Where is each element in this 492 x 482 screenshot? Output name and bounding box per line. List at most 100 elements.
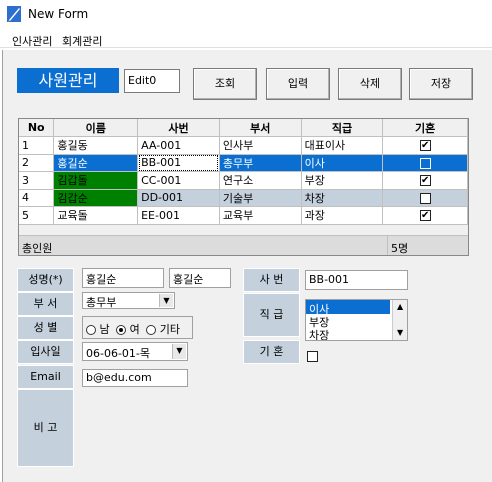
cell-text: 홍길동 bbox=[57, 139, 88, 153]
table-cell[interactable]: 연구소 bbox=[219, 171, 302, 190]
table-cell[interactable]: 이사 bbox=[301, 154, 384, 172]
join-date-value: 06-06-01-목 bbox=[86, 347, 151, 360]
table-row[interactable]: 1 홍길동 AA-001 인사부 대표이사 ✔ bbox=[19, 136, 468, 155]
cell-text: 교육부 bbox=[222, 209, 254, 223]
window-title: New Form bbox=[28, 7, 89, 21]
table-cell[interactable]: 기술부 bbox=[219, 189, 302, 207]
table-cell[interactable]: 김갑순 bbox=[53, 189, 139, 207]
query-button[interactable]: 조회 bbox=[193, 68, 257, 100]
table-cell[interactable]: 2 bbox=[19, 154, 55, 172]
table-cell[interactable]: 차장 bbox=[301, 189, 384, 207]
table-cell[interactable] bbox=[382, 154, 468, 172]
cell-text: 차장 bbox=[304, 191, 325, 205]
table-cell[interactable]: AA-001 bbox=[137, 136, 220, 155]
table-cell[interactable]: CC-001 bbox=[137, 171, 220, 190]
table-cell[interactable]: ✔ bbox=[382, 136, 468, 155]
table-cell[interactable]: 홍길동 bbox=[53, 136, 139, 155]
cell-text: 과장 bbox=[304, 209, 325, 223]
cell-text: 홍길순 bbox=[57, 156, 88, 170]
menu-hr[interactable]: 인사관리 bbox=[12, 33, 52, 49]
table-cell[interactable]: 5 bbox=[19, 206, 55, 225]
edit0-field[interactable]: Edit0 bbox=[124, 69, 180, 93]
table-row[interactable]: 2 홍길순 BB-001 총무부 이사 bbox=[19, 154, 468, 172]
gender-option-label: 남 bbox=[99, 323, 110, 336]
table-cell[interactable]: 교육부 bbox=[219, 206, 302, 225]
married-checkbox[interactable]: ✔ bbox=[419, 175, 431, 187]
gender-option-label: 기타 bbox=[159, 323, 180, 336]
table-row[interactable]: 4 김갑순 DD-001 기술부 차장 bbox=[19, 189, 468, 207]
app-icon bbox=[7, 6, 21, 22]
table-cell[interactable]: DD-001 bbox=[137, 189, 220, 207]
cell-text: 2 bbox=[22, 156, 29, 170]
table-cell[interactable]: 부장 bbox=[301, 171, 384, 190]
married-checkbox[interactable] bbox=[307, 351, 318, 362]
column-header[interactable]: 직급 bbox=[301, 119, 384, 137]
scroll-up-icon[interactable]: ▲ bbox=[397, 302, 403, 311]
chevron-down-icon[interactable]: ▼ bbox=[159, 294, 173, 307]
table-cell[interactable]: 교육돌 bbox=[53, 206, 139, 225]
table-cell[interactable]: 인사부 bbox=[219, 136, 302, 155]
note-label: 비 고 bbox=[17, 389, 74, 467]
rank-scrollbar[interactable]: ▲ ▼ bbox=[392, 300, 407, 340]
scroll-down-icon[interactable]: ▼ bbox=[397, 328, 403, 337]
table-row[interactable]: 5 교육돌 EE-001 교육부 과장 ✔ bbox=[19, 206, 468, 225]
form-client-area bbox=[2, 50, 492, 482]
table-cell[interactable] bbox=[382, 189, 468, 207]
table-cell[interactable]: 홍길순 bbox=[53, 154, 139, 172]
total-count: 5명 bbox=[391, 242, 409, 255]
married-label: 기 혼 bbox=[243, 340, 300, 364]
email-field[interactable]: b@edu.com bbox=[82, 369, 188, 387]
table-cell[interactable]: 김갑돌 bbox=[53, 171, 139, 190]
delete-button[interactable]: 삭제 bbox=[338, 68, 402, 100]
employee-id-label: 사 번 bbox=[243, 268, 300, 292]
table-cell[interactable]: 3 bbox=[19, 171, 55, 190]
rank-listbox[interactable]: 이사 부장 차장 ▲ ▼ bbox=[305, 299, 408, 341]
cell-text: 대표이사 bbox=[304, 139, 346, 153]
menu-accounting[interactable]: 회계관리 bbox=[62, 33, 102, 49]
table-cell[interactable]: 4 bbox=[19, 189, 55, 207]
married-checkbox[interactable]: ✔ bbox=[419, 210, 431, 222]
table-cell[interactable]: 1 bbox=[19, 136, 55, 155]
cell-text: 교육돌 bbox=[57, 209, 88, 223]
table-cell[interactable]: ✔ bbox=[382, 206, 468, 225]
save-button[interactable]: 저장 bbox=[409, 68, 473, 100]
table-cell[interactable]: BB-001 bbox=[137, 154, 220, 172]
summary-divider bbox=[387, 236, 388, 255]
name-field[interactable]: 홍길순 bbox=[82, 268, 164, 288]
married-checkbox[interactable] bbox=[419, 157, 431, 169]
married-checkbox[interactable] bbox=[419, 192, 431, 204]
column-header[interactable]: No bbox=[19, 119, 55, 137]
gender-option-label: 여 bbox=[129, 323, 140, 336]
cell-text: 연구소 bbox=[222, 174, 254, 188]
rank-option[interactable]: 이사 bbox=[306, 300, 390, 316]
cell-text: 5 bbox=[22, 208, 29, 222]
column-header[interactable]: 기혼 bbox=[382, 119, 468, 137]
column-header[interactable]: 사번 bbox=[137, 119, 220, 137]
employee-grid[interactable]: No 이름 사번 부서 직급 기혼 1 홍길동 AA-001 인사부 대표이사 ✔ 2 홍길순… bbox=[18, 118, 469, 256]
chevron-down-icon[interactable]: ▼ bbox=[172, 344, 186, 359]
married-checkbox[interactable]: ✔ bbox=[419, 140, 431, 152]
total-label: 총인원 bbox=[22, 242, 53, 255]
gender-radio-female[interactable] bbox=[116, 325, 127, 335]
gender-radio-other[interactable] bbox=[146, 325, 157, 335]
cell-text: 기술부 bbox=[222, 191, 254, 205]
column-header[interactable]: 이름 bbox=[53, 119, 139, 137]
table-cell[interactable]: EE-001 bbox=[137, 206, 220, 225]
cell-text: 김갑돌 bbox=[57, 174, 88, 188]
employee-id-field[interactable]: BB-001 bbox=[305, 270, 408, 290]
gender-radio-male[interactable] bbox=[86, 325, 96, 335]
input-button[interactable]: 입력 bbox=[266, 68, 330, 100]
cell-text: 1 bbox=[22, 138, 29, 152]
join-date-picker[interactable]: 06-06-01-목 ▼ bbox=[82, 342, 188, 361]
cell-text: AA-001 bbox=[141, 138, 182, 152]
table-cell[interactable]: 과장 bbox=[301, 206, 384, 225]
name-field-2[interactable]: 홍길순 bbox=[169, 268, 231, 288]
column-header[interactable]: 부서 bbox=[219, 119, 302, 137]
table-row[interactable]: 3 김갑돌 CC-001 연구소 부장 ✔ bbox=[19, 171, 468, 190]
table-cell[interactable]: 대표이사 bbox=[301, 136, 384, 155]
table-cell[interactable]: 총무부 bbox=[219, 154, 302, 172]
table-cell[interactable]: ✔ bbox=[382, 171, 468, 190]
gender-radio-group: 남 여 기타 bbox=[82, 316, 193, 339]
cell-text: 김갑순 bbox=[57, 191, 88, 205]
dept-select[interactable]: 총무부 ▼ bbox=[82, 292, 175, 309]
